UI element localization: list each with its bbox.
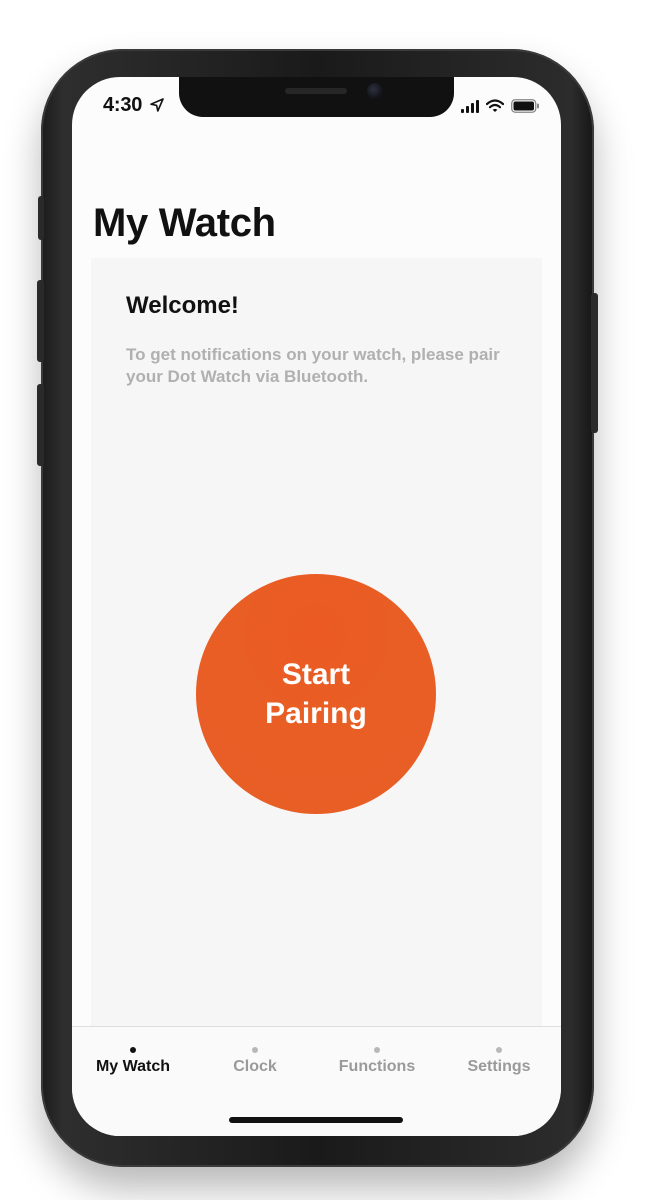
start-pairing-label-line1: Start	[281, 658, 351, 691]
tab-label: Clock	[233, 1058, 277, 1075]
tab-my-watch[interactable]: My Watch	[73, 1047, 193, 1087]
speaker-grille	[285, 88, 347, 94]
tab-settings[interactable]: Settings	[439, 1047, 559, 1087]
power-button	[591, 293, 598, 433]
welcome-title: Welcome!	[126, 292, 239, 319]
location-arrow-icon	[150, 98, 164, 112]
battery-icon	[511, 99, 539, 113]
start-pairing-label: Start Pairing	[236, 655, 396, 733]
cellular-signal-icon	[461, 99, 479, 113]
tab-clock[interactable]: Clock	[195, 1047, 315, 1087]
tab-indicator-dot	[130, 1047, 136, 1053]
tab-functions[interactable]: Functions	[317, 1047, 437, 1087]
status-indicators	[461, 98, 540, 114]
welcome-card: Welcome! To get notifications on your wa…	[91, 258, 542, 1026]
tab-label: My Watch	[95, 1058, 171, 1075]
silent-switch	[38, 196, 44, 240]
start-pairing-label-line2: Pairing	[265, 697, 367, 730]
volume-down-button	[37, 384, 44, 466]
welcome-text: To get notifications on your watch, plea…	[126, 345, 500, 386]
tab-label: Functions	[338, 1058, 416, 1075]
notch	[179, 77, 454, 117]
tab-indicator-dot	[496, 1047, 502, 1053]
volume-up-button	[37, 280, 44, 362]
wifi-icon	[486, 99, 504, 112]
tab-indicator-dot	[374, 1047, 380, 1053]
home-indicator[interactable]	[229, 1117, 403, 1123]
tab-indicator-dot	[252, 1047, 258, 1053]
status-time: 4:30	[103, 94, 143, 116]
page-title: My Watch	[93, 201, 276, 245]
tab-label: Settings	[467, 1058, 531, 1075]
front-camera	[367, 83, 383, 99]
screen: 4:30 My Watch Welcome! To get notificati…	[72, 77, 561, 1136]
start-pairing-button[interactable]: Start Pairing	[196, 574, 436, 814]
